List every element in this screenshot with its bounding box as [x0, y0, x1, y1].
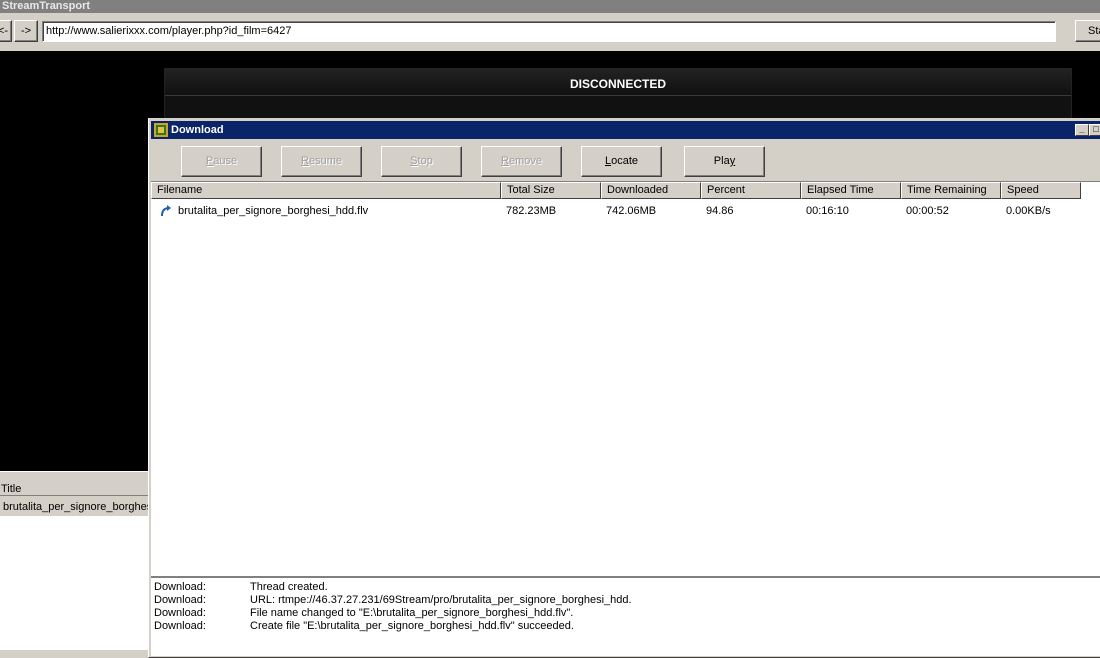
title-list[interactable]: Title brutalita_per_signore_borghesi_hdd…	[0, 471, 148, 650]
download-window: Download _ □ Pause Resume Stop Remove Lo…	[148, 118, 1100, 658]
app-title: StreamTransport	[0, 0, 1100, 13]
cell-filename: brutalita_per_signore_borghesi_hdd.flv	[178, 205, 369, 217]
column-speed[interactable]: Speed	[1001, 182, 1081, 199]
cell-elapsed-time: 00:16:10	[806, 205, 849, 217]
back-button[interactable]: <-	[0, 20, 12, 42]
play-button[interactable]: Play	[684, 146, 765, 177]
log-source: Download:	[154, 620, 206, 632]
download-title: Download	[171, 124, 224, 136]
cell-total-size: 782.23MB	[506, 205, 557, 217]
player-status: DISCONNECTED	[165, 69, 1071, 96]
url-input[interactable]: http://www.salierixxx.com/player.php?id_…	[42, 21, 1056, 42]
column-time-remaining[interactable]: Time Remaining	[901, 182, 1001, 199]
start-button[interactable]: Start	[1075, 20, 1100, 42]
download-log[interactable]: Download: Thread created. Download: URL:…	[151, 576, 1100, 656]
locate-button[interactable]: Locate	[581, 146, 662, 177]
column-total-size[interactable]: Total Size	[501, 182, 601, 199]
log-source: Download:	[154, 581, 206, 593]
nav-bar: <- -> http://www.salierixxx.com/player.p…	[0, 13, 1100, 51]
maximize-button[interactable]: □	[1089, 124, 1100, 136]
stop-button[interactable]: Stop	[381, 146, 462, 177]
minimize-button[interactable]: _	[1075, 124, 1089, 136]
log-message: URL: rtmpe://46.37.27.231/69Stream/pro/b…	[250, 594, 632, 606]
remove-button[interactable]: Remove	[481, 146, 562, 177]
log-message: File name changed to "E:\brutalita_per_s…	[250, 607, 574, 619]
log-message: Thread created.	[250, 581, 328, 593]
table-row[interactable]: brutalita_per_signore_borghesi_hdd.flv 7…	[151, 201, 1100, 221]
title-column-header[interactable]: Title	[0, 471, 148, 496]
log-source: Download:	[154, 607, 206, 619]
log-message: Create file "E:\brutalita_per_signore_bo…	[250, 620, 574, 632]
download-list-header: Filename Total Size Downloaded Percent E…	[151, 182, 1100, 199]
download-app-icon	[154, 123, 168, 137]
column-percent[interactable]: Percent	[701, 182, 801, 199]
resume-button[interactable]: Resume	[281, 146, 362, 177]
cell-time-remaining: 00:00:52	[906, 205, 949, 217]
log-source: Download:	[154, 594, 206, 606]
column-elapsed-time[interactable]: Elapsed Time	[801, 182, 901, 199]
pause-button[interactable]: Pause	[181, 146, 262, 177]
column-filename[interactable]: Filename	[151, 182, 501, 199]
download-titlebar[interactable]: Download _ □	[151, 121, 1100, 139]
list-item[interactable]: brutalita_per_signore_borghesi_hdd.flv	[0, 496, 148, 516]
cell-percent: 94.86	[706, 205, 734, 217]
cell-speed: 0.00KB/s	[1006, 205, 1051, 217]
download-list[interactable]: Filename Total Size Downloaded Percent E…	[151, 181, 1100, 577]
forward-button[interactable]: ->	[14, 20, 38, 42]
cell-downloaded: 742.06MB	[606, 205, 657, 217]
column-downloaded[interactable]: Downloaded	[601, 182, 701, 199]
download-arrow-icon	[161, 205, 171, 217]
